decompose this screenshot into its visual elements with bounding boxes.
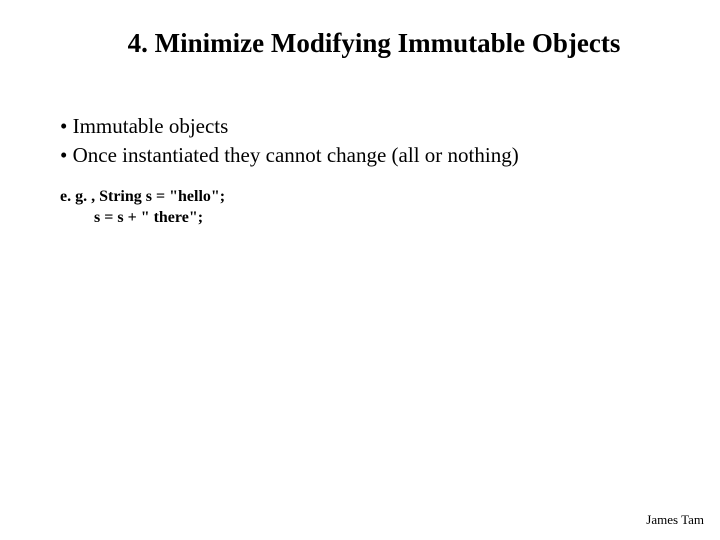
slide-title: 4. Minimize Modifying Immutable Objects [108,28,640,59]
footer-author: James Tam [646,512,704,528]
code-example: e. g. , String s = "hello"; s = s + " th… [60,186,660,229]
bullet-item: • Once instantiated they cannot change (… [60,142,660,169]
example-line: s = s + " there"; [94,207,660,229]
example-line: e. g. , String s = "hello"; [60,186,660,208]
bullet-item: • Immutable objects [60,113,660,140]
slide: 4. Minimize Modifying Immutable Objects … [0,0,720,540]
bullet-list: • Immutable objects • Once instantiated … [60,113,660,170]
